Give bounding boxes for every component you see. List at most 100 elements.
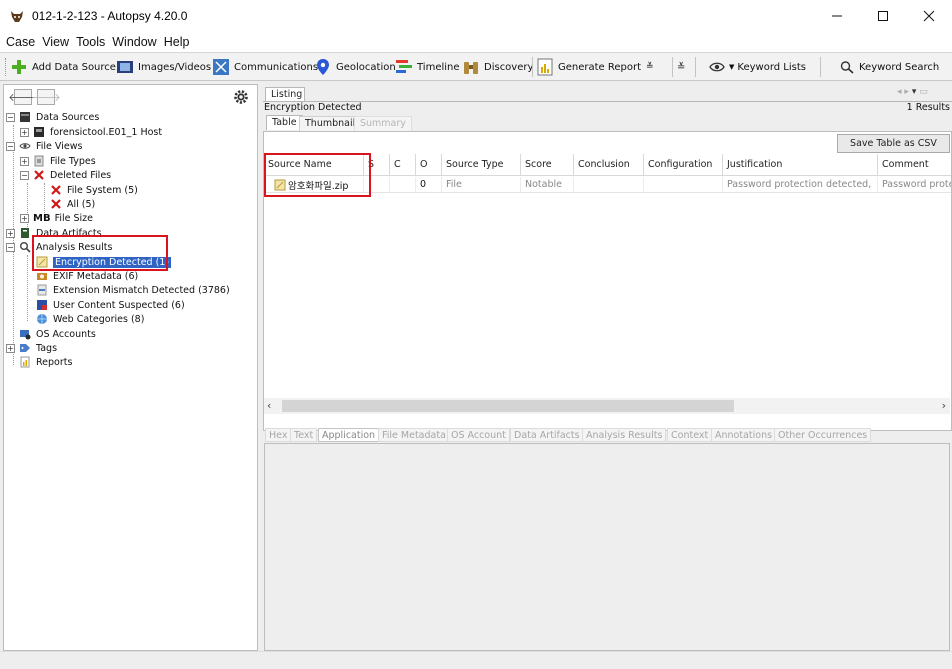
table-cell-comment[interactable]: Password prote — [878, 177, 951, 192]
column-header-comment[interactable]: Comment — [878, 154, 951, 176]
tab-scroll-right-icon[interactable]: ▸ — [904, 87, 909, 97]
expand-icon[interactable]: + — [20, 127, 29, 137]
maximize-panel-icon[interactable]: ▭ — [919, 87, 928, 97]
tree-item-data-artifacts[interactable]: + Data Artifacts — [6, 226, 102, 240]
tab-os-account[interactable]: OS Account — [447, 428, 510, 442]
expand-icon[interactable]: + — [6, 343, 15, 353]
generate-report-button[interactable]: Generate Report ≚ — [536, 56, 654, 78]
keyword-lists-button[interactable]: ▼ Keyword Lists — [709, 56, 806, 78]
tree-item-analysis-results[interactable]: − Analysis Results — [6, 240, 112, 254]
subtab-table[interactable]: Table — [266, 115, 303, 130]
tab-context[interactable]: Context — [667, 428, 713, 442]
maximize-button[interactable] — [860, 0, 906, 32]
subtab-summary[interactable]: Summary — [354, 116, 412, 131]
collapse-icon[interactable]: − — [6, 141, 15, 151]
minimize-button[interactable] — [814, 0, 860, 32]
tree-item-web-categories[interactable]: Web Categories (8) — [36, 312, 144, 326]
expand-icon[interactable]: + — [6, 228, 15, 238]
tab-scroll-left-icon[interactable]: ◂ — [897, 87, 902, 97]
tree-item-extension-mismatch[interactable]: Extension Mismatch Detected (3786) — [36, 283, 230, 297]
collapse-icon[interactable]: − — [20, 170, 29, 180]
menu-help[interactable]: Help — [164, 35, 190, 49]
scroll-right-icon[interactable]: › — [942, 399, 946, 412]
tree-item-data-sources[interactable]: − Data Sources — [6, 110, 99, 124]
column-header-justification[interactable]: Justification — [723, 154, 878, 176]
collapse-icon[interactable]: − — [6, 242, 15, 252]
tree-item-exif-metadata[interactable]: EXIF Metadata (6) — [36, 269, 138, 283]
forward-button[interactable]: 🡒 — [31, 89, 61, 105]
menu-window[interactable]: Window — [112, 35, 156, 49]
column-header-s[interactable]: S — [364, 154, 390, 176]
tree-settings-button[interactable] — [233, 89, 249, 105]
keyword-search-button[interactable]: Keyword Search — [839, 56, 939, 78]
table-cell-score[interactable]: Notable — [521, 177, 574, 192]
tree-item-deleted-files[interactable]: − Deleted Files — [20, 168, 111, 182]
tab-dropdown-icon[interactable]: ▾ — [912, 87, 917, 97]
toolbar-overflow-button[interactable]: ≚ — [677, 56, 685, 78]
title-bar: 012-1-2-123 - Autopsy 4.20.0 — [0, 0, 952, 32]
table-cell-justification[interactable]: Password protection detected, — [723, 177, 878, 192]
tab-data-artifacts[interactable]: Data Artifacts — [510, 428, 584, 442]
collapse-icon[interactable]: − — [6, 112, 15, 122]
column-header-conclusion[interactable]: Conclusion — [574, 154, 644, 176]
tree-item-file-views[interactable]: − File Views — [6, 139, 82, 153]
scroll-left-icon[interactable]: ‹ — [267, 399, 271, 412]
add-data-source-button[interactable]: Add Data Source — [10, 56, 116, 78]
file-size-icon: MB — [33, 212, 51, 224]
subtab-thumbnail[interactable]: Thumbnail — [299, 116, 362, 131]
table-cell-source-type[interactable]: File — [442, 177, 521, 192]
table-row-source-name[interactable]: 암호화파일.zip — [264, 177, 364, 192]
column-header-configuration[interactable]: Configuration — [644, 154, 723, 176]
timeline-label: Timeline — [417, 61, 460, 73]
tree-label: All (5) — [67, 198, 96, 210]
column-header-o[interactable]: O — [416, 154, 442, 176]
tab-listing[interactable]: Listing — [265, 87, 305, 102]
back-button[interactable]: 🡐 — [8, 89, 38, 105]
save-table-csv-button[interactable]: Save Table as CSV — [837, 134, 950, 153]
column-header-source-name[interactable]: Source Name — [264, 154, 364, 176]
tree-item-file-size[interactable]: + MB File Size — [20, 211, 93, 225]
discovery-button[interactable]: Discovery — [462, 56, 533, 78]
tree-item-file-system[interactable]: File System (5) — [50, 183, 138, 197]
tree-item-encryption-detected[interactable]: Encryption Detected (1) — [36, 255, 172, 269]
images-videos-button[interactable]: Images/Videos — [116, 56, 211, 78]
geolocation-button[interactable]: Geolocation — [314, 56, 396, 78]
tab-other-occurrences[interactable]: Other Occurrences — [774, 428, 872, 442]
tree-item-reports[interactable]: Reports — [19, 355, 72, 369]
column-header-score[interactable]: Score — [521, 154, 574, 176]
table-cell-o[interactable]: 0 — [416, 177, 442, 192]
tree-label: Reports — [36, 356, 73, 368]
tree-item-all[interactable]: All (5) — [50, 197, 95, 211]
horizontal-scrollbar[interactable]: ‹ › — [264, 398, 950, 414]
table-cell-conclusion[interactable] — [574, 177, 644, 192]
results-table-area — [263, 131, 952, 431]
close-button[interactable] — [906, 0, 952, 32]
tree-item-file-types[interactable]: + File Types — [20, 154, 96, 168]
table-cell-configuration[interactable] — [644, 177, 723, 192]
table-cell-c[interactable] — [390, 177, 416, 192]
column-header-source-type[interactable]: Source Type — [442, 154, 521, 176]
tab-annotations[interactable]: Annotations — [711, 428, 777, 442]
menu-tools[interactable]: Tools — [76, 35, 105, 49]
tab-analysis-results[interactable]: Analysis Results — [582, 428, 667, 442]
tree-item-host[interactable]: + forensictool.E01_1 Host — [20, 125, 162, 139]
menu-view[interactable]: View — [42, 35, 69, 49]
expand-icon[interactable]: + — [20, 213, 29, 223]
expand-icon[interactable]: + — [20, 156, 29, 166]
menu-case[interactable]: Case — [6, 35, 35, 49]
tree-item-os-accounts[interactable]: OS Accounts — [19, 327, 96, 341]
timeline-button[interactable]: Timeline — [395, 56, 460, 78]
table-cell-s[interactable] — [364, 177, 390, 192]
scrollbar-thumb[interactable] — [282, 400, 734, 412]
magnifier-icon — [19, 241, 31, 253]
tree-item-tags[interactable]: + Tags — [6, 341, 57, 355]
tree-item-user-content-suspected[interactable]: User Content Suspected (6) — [36, 298, 185, 312]
tab-hex[interactable]: Hex — [265, 428, 292, 442]
tab-text[interactable]: Text — [290, 428, 318, 442]
tab-label: Listing — [271, 89, 303, 100]
communications-button[interactable]: Communications — [212, 56, 318, 78]
tab-file-metadata[interactable]: File Metadata — [378, 428, 450, 442]
discovery-label: Discovery — [484, 61, 534, 73]
tab-application[interactable]: Application — [318, 428, 380, 442]
column-header-c[interactable]: C — [390, 154, 416, 176]
